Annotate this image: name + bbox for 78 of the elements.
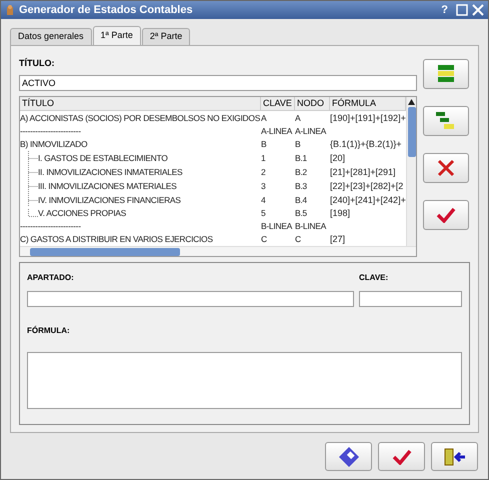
hierarchy-icon	[436, 112, 456, 130]
table-cell: B	[295, 139, 300, 149]
window-title: Generador de Estados Contables	[19, 2, 193, 18]
table-cell: B.1	[295, 152, 307, 162]
section-field[interactable]	[27, 291, 354, 307]
table-cell: B.2	[295, 166, 307, 176]
field-label: FÓRMULA:	[27, 327, 71, 335]
table-cell: C	[295, 234, 301, 244]
table-cell: B.5	[295, 208, 307, 218]
app-icon	[5, 4, 15, 16]
key-field[interactable]	[359, 291, 462, 307]
table-cell: C) GASTOS A DISTRIBUIR EN VARIOS EJERCICIOS	[20, 235, 213, 244]
tab[interactable]: 1ª Parte	[92, 26, 141, 45]
horizontal-scrollbar[interactable]	[20, 246, 416, 256]
tree-branch-icon	[28, 193, 38, 207]
hierarchy-button[interactable]	[423, 106, 469, 136]
close-icon[interactable]	[472, 4, 484, 16]
exit-button[interactable]	[431, 442, 478, 471]
table-cell: [190]+[191]+[192]+	[330, 114, 406, 123]
table-cell: 4	[261, 194, 266, 204]
table-cell: B-LINEA	[261, 221, 292, 231]
table-cell: A-LINEA	[261, 126, 292, 136]
field-label: APARTADO:	[27, 274, 75, 282]
table-cell: 5	[261, 208, 266, 218]
table-cell: A	[295, 113, 300, 123]
table-cell: 1	[261, 152, 266, 162]
table-cell: B.3	[295, 180, 307, 190]
scroll-up-arrow-icon[interactable]	[408, 99, 415, 105]
column-header[interactable]: TÍTULO	[20, 97, 261, 110]
table-cell: A-LINEA	[295, 126, 326, 136]
formula-field[interactable]	[27, 352, 462, 409]
tree-branch-icon	[28, 165, 38, 179]
ok-button[interactable]	[378, 442, 425, 471]
table-cell: [27]	[330, 235, 346, 244]
table-button[interactable]	[423, 59, 469, 89]
maximize-icon[interactable]	[456, 4, 468, 16]
table-cell: A) ACCIONISTAS (SOCIOS) POR DESEMBOLSOS NO EXIGIDOS	[20, 114, 260, 123]
table-cell: [21]+[281]+[291]	[330, 168, 396, 176]
tab[interactable]: 2ª Parte	[142, 28, 190, 45]
table-cell: [198]	[330, 209, 350, 218]
table-cell: [240]+[241]+[242]+	[330, 196, 406, 204]
table-cell: ------------------------	[20, 222, 81, 231]
exit-door-icon	[444, 448, 466, 466]
cross-icon	[437, 159, 455, 177]
table-cell: B-LINEA	[295, 221, 326, 231]
table-cell: [20]	[330, 154, 346, 162]
table-cell: 3	[261, 180, 266, 190]
table-cell: 2	[261, 166, 266, 176]
save-button[interactable]	[325, 442, 372, 471]
column-header[interactable]: CLAVE	[261, 97, 295, 110]
table-icon	[438, 65, 454, 83]
table-cell: B.4	[295, 194, 307, 204]
table-cell: {B.1(1)}+{B.2(1)}+	[330, 140, 402, 149]
tree-branch-icon	[28, 209, 38, 218]
table-cell: C	[261, 234, 267, 244]
tree-branch-icon	[28, 179, 38, 193]
table-cell: I. GASTOS DE ESTABLECIMIENTO	[38, 154, 168, 162]
help-button[interactable]: ?	[437, 2, 452, 18]
table-cell: B) INMOVILIZADO	[20, 140, 88, 149]
tree-branch-icon	[28, 151, 38, 165]
table-cell: [22]+[23]+[282]+[2	[330, 182, 404, 190]
table-cell: III. INMOVILIZACIONES MATERIALES	[38, 182, 177, 190]
table-cell: A	[261, 113, 266, 123]
checkmark-icon	[436, 207, 456, 223]
column-header[interactable]: NODO	[295, 97, 330, 110]
field-label: TÍTULO:	[19, 59, 56, 68]
table-cell: IV. INMOVILIZACIONES FINANCIERAS	[38, 196, 181, 204]
title-field[interactable]: ACTIVO	[19, 75, 417, 91]
vertical-scrollbar[interactable]	[406, 97, 416, 246]
tab[interactable]: Datos generales	[10, 28, 92, 45]
table-cell: B	[261, 139, 266, 149]
delete-button[interactable]	[423, 153, 469, 183]
table-cell: II. INMOVILIZACIONES INMATERIALES	[38, 168, 182, 176]
table-cell: ------------------------	[20, 127, 81, 136]
field-label: CLAVE:	[359, 274, 390, 282]
accept-button[interactable]	[423, 200, 469, 230]
checkmark-icon	[392, 448, 412, 464]
table-cell: V. ACCIONES PROPIAS	[38, 209, 126, 218]
